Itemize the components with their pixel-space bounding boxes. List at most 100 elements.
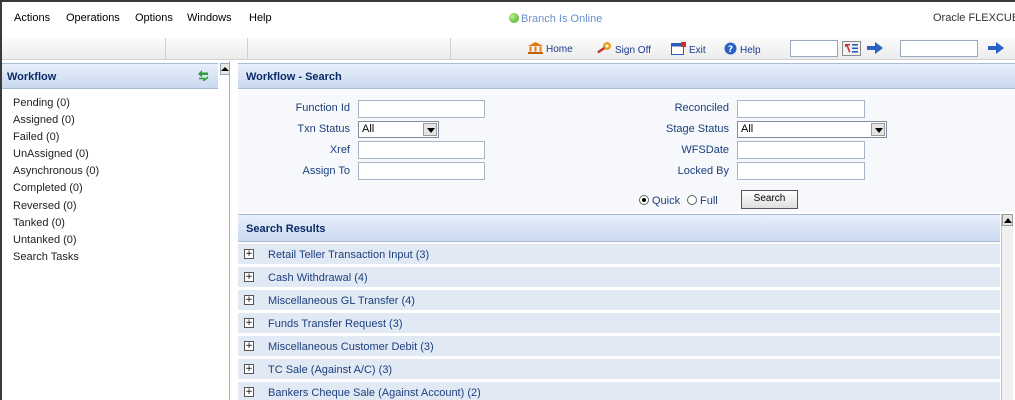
workflow-item-untanked[interactable]: Untanked (0)	[13, 234, 99, 251]
chevron-down-icon	[423, 123, 437, 136]
help-button[interactable]: ? Help	[724, 42, 761, 56]
search-header: Workflow - Search	[238, 63, 1015, 89]
radio-unselected-icon	[687, 195, 697, 205]
result-row-label: TC Sale (Against A/C) (3)	[268, 364, 393, 376]
expand-icon[interactable]: +	[244, 387, 254, 397]
brand-title: Oracle FLEXCUBE	[933, 12, 1015, 24]
menu-bar: Actions Operations Options Windows Help …	[2, 2, 1015, 38]
exit-label: Exit	[689, 45, 706, 56]
sign-off-button[interactable]: Sign Off	[596, 42, 651, 56]
result-row[interactable]: + Retail Teller Transaction Input (3)	[238, 244, 1000, 265]
wfsdate-field[interactable]	[737, 141, 865, 159]
quick-search-input[interactable]	[900, 40, 978, 57]
result-row-label: Miscellaneous GL Transfer (4)	[268, 295, 415, 307]
function-id-field[interactable]	[358, 100, 485, 118]
result-row[interactable]: + Miscellaneous GL Transfer (4)	[238, 290, 1000, 311]
svg-text:?: ?	[728, 45, 733, 55]
full-radio[interactable]: Full	[687, 195, 718, 207]
workflow-item-assigned[interactable]: Assigned (0)	[13, 114, 99, 131]
txn-status-value: All	[362, 123, 375, 135]
result-row-label: Retail Teller Transaction Input (3)	[268, 249, 430, 261]
result-row[interactable]: + Funds Transfer Request (3)	[238, 313, 1000, 334]
menu-actions[interactable]: Actions	[14, 12, 50, 24]
workflow-item-tanked[interactable]: Tanked (0)	[13, 217, 99, 234]
toolbar-divider	[165, 38, 166, 59]
workflow-item-pending[interactable]: Pending (0)	[13, 97, 99, 114]
help-label: Help	[740, 45, 761, 56]
workflow-item-failed[interactable]: Failed (0)	[13, 131, 99, 148]
home-button[interactable]: Home	[528, 42, 573, 55]
scroll-up-icon[interactable]	[1002, 214, 1013, 226]
workflow-item-asynchronous[interactable]: Asynchronous (0)	[13, 165, 99, 182]
expand-icon[interactable]: +	[244, 249, 254, 259]
stage-status-select[interactable]: All	[737, 121, 887, 138]
workflow-panel: Workflow Pending (0) Assigned (0) Failed…	[2, 61, 230, 400]
wfsdate-label: WFSDate	[681, 144, 729, 156]
exit-window-icon	[671, 42, 686, 55]
menu-help[interactable]: Help	[249, 12, 272, 24]
locked-by-field[interactable]	[737, 162, 865, 180]
expand-icon[interactable]: +	[244, 272, 254, 282]
search-title: Workflow - Search	[246, 71, 342, 83]
results-header: Search Results	[238, 214, 1000, 242]
workflow-item-completed[interactable]: Completed (0)	[13, 182, 99, 199]
function-id-input[interactable]	[790, 40, 838, 57]
panel-collapse-button[interactable]	[220, 63, 230, 75]
result-row-label: Cash Withdrawal (4)	[268, 272, 368, 284]
result-row-label: Miscellaneous Customer Debit (3)	[268, 341, 434, 353]
toolbar-divider	[247, 38, 248, 59]
menu-options[interactable]: Options	[135, 12, 173, 24]
home-label: Home	[546, 44, 573, 55]
online-status-icon	[509, 13, 519, 23]
workflow-item-search-tasks[interactable]: Search Tasks	[13, 251, 99, 268]
xref-label: Xref	[329, 144, 350, 156]
workflow-header: Workflow	[2, 63, 218, 89]
result-row[interactable]: + Cash Withdrawal (4)	[238, 267, 1000, 288]
refresh-icon[interactable]	[196, 69, 210, 81]
stage-status-value: All	[741, 123, 754, 135]
txn-status-select[interactable]: All	[358, 121, 439, 138]
stage-status-label: Stage Status	[666, 123, 729, 135]
workflow-item-reversed[interactable]: Reversed (0)	[13, 200, 99, 217]
chevron-up-icon	[221, 67, 229, 71]
key-icon	[597, 42, 611, 54]
txn-status-label: Txn Status	[297, 123, 350, 135]
expand-icon[interactable]: +	[244, 341, 254, 351]
reconciled-field[interactable]	[737, 100, 865, 118]
search-button[interactable]: Search	[741, 190, 798, 209]
function-list-icon[interactable]	[842, 41, 861, 56]
assign-to-label: Assign To	[302, 165, 351, 177]
menu-windows[interactable]: Windows	[187, 12, 232, 24]
workflow-title: Workflow	[7, 71, 57, 83]
go-arrow-icon[interactable]	[988, 42, 1004, 54]
workflow-list: Pending (0) Assigned (0) Failed (0) UnAs…	[13, 97, 99, 268]
reconciled-label: Reconciled	[674, 102, 729, 114]
branch-status: Branch Is Online	[509, 13, 602, 25]
assign-to-field[interactable]	[358, 162, 485, 180]
result-row[interactable]: + TC Sale (Against A/C) (3)	[238, 359, 1000, 380]
result-row-label: Bankers Cheque Sale (Against Account) (2…	[268, 387, 481, 399]
result-row[interactable]: + Miscellaneous Customer Debit (3)	[238, 336, 1000, 357]
toolbar-divider	[450, 38, 451, 59]
toolbar: Home Sign Off Exit ? Help	[2, 38, 1015, 60]
full-label: Full	[700, 195, 718, 207]
expand-icon[interactable]: +	[244, 318, 254, 328]
result-row[interactable]: + Bankers Cheque Sale (Against Account) (…	[238, 382, 1000, 400]
go-arrow-icon[interactable]	[867, 42, 883, 54]
workflow-item-unassigned[interactable]: UnAssigned (0)	[13, 148, 99, 165]
exit-button[interactable]: Exit	[671, 42, 706, 56]
xref-field[interactable]	[358, 141, 485, 159]
expand-icon[interactable]: +	[244, 295, 254, 305]
search-form: Function Id Txn Status All Xref Assign T…	[238, 90, 1015, 212]
results-title: Search Results	[246, 223, 326, 235]
results-scrollbar[interactable]	[1001, 214, 1013, 400]
quick-radio[interactable]: Quick	[639, 195, 680, 207]
workflow-search-panel: Workflow - Search Function Id Txn Status…	[238, 61, 1015, 400]
result-row-label: Funds Transfer Request (3)	[268, 318, 403, 330]
radio-selected-icon	[639, 195, 649, 205]
locked-by-label: Locked By	[677, 165, 729, 177]
function-id-label: Function Id	[295, 102, 350, 114]
expand-icon[interactable]: +	[244, 364, 254, 374]
sign-off-label: Sign Off	[615, 45, 651, 56]
menu-operations[interactable]: Operations	[66, 12, 120, 24]
